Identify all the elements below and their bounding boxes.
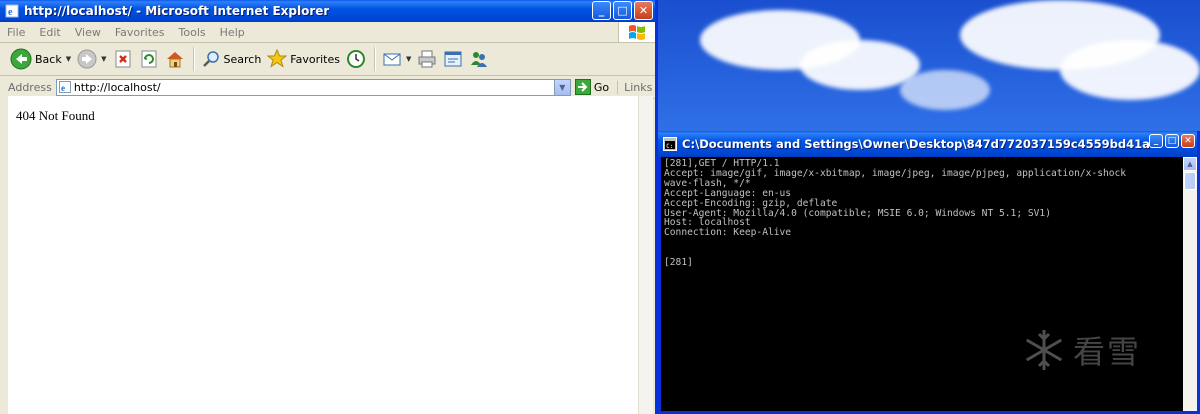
snowflake-icon [1025, 330, 1063, 370]
address-input[interactable]: e http://localhost/ ▼ [55, 78, 571, 96]
go-label: Go [593, 80, 610, 94]
address-label: Address [8, 80, 52, 94]
windows-logo-icon [618, 22, 655, 42]
console-line: [281] [664, 257, 693, 269]
watermark-text: 看雪 [1073, 333, 1142, 371]
favorites-star-icon [267, 49, 288, 68]
console-minimize-button[interactable]: _ [1149, 134, 1163, 148]
history-icon [347, 50, 365, 68]
watermark: 看雪 [1021, 327, 1141, 373]
ie-title-bar[interactable]: e http://localhost/ - Microsoft Internet… [0, 0, 655, 22]
console-window-title: C:\Documents and Settings\Owner\Desktop\… [682, 137, 1152, 151]
mail-icon [383, 53, 401, 66]
links-button[interactable]: Links [617, 80, 652, 94]
go-button[interactable]: Go [574, 79, 610, 95]
home-icon [166, 52, 183, 68]
scroll-thumb[interactable] [1184, 172, 1196, 190]
page-message: 404 Not Found [16, 108, 95, 123]
ie-window-title: http://localhost/ - Microsoft Internet E… [24, 4, 330, 18]
scroll-up-icon[interactable]: ▲ [1183, 157, 1197, 171]
back-dropdown-icon[interactable]: ▼ [66, 55, 71, 63]
stop-icon [115, 50, 130, 68]
search-button[interactable]: Search [201, 49, 262, 69]
history-button[interactable] [346, 49, 366, 69]
console-output: [281],GET / HTTP/1.1 Accept: image/gif, … [661, 157, 1185, 411]
messenger-icon [471, 52, 488, 67]
favorites-button[interactable]: Favorites [267, 49, 340, 69]
search-label: Search [223, 52, 262, 66]
console-maximize-button[interactable]: □ [1165, 134, 1179, 148]
home-button[interactable] [165, 49, 185, 69]
ie-window: e http://localhost/ - Microsoft Internet… [0, 0, 658, 414]
back-button[interactable]: Back ▼ [10, 48, 71, 70]
menu-bar: File Edit View Favorites Tools Help [0, 22, 655, 43]
print-button[interactable] [417, 49, 437, 69]
refresh-icon [141, 50, 156, 68]
menu-tools[interactable]: Tools [179, 26, 206, 39]
edit-button[interactable] [443, 49, 463, 69]
ie-page-icon: e [5, 4, 19, 18]
standard-toolbar: Back ▼ ▼ Search Favorites ▼ [0, 43, 655, 76]
menu-edit[interactable]: Edit [39, 26, 60, 39]
messenger-button[interactable] [469, 49, 489, 69]
menu-file[interactable]: File [7, 26, 25, 39]
menu-view[interactable]: View [75, 26, 101, 39]
menu-favorites[interactable]: Favorites [115, 26, 165, 39]
go-arrow-icon [574, 79, 591, 95]
back-arrow-icon [10, 48, 32, 70]
console-line: Connection: Keep-Alive [664, 227, 792, 239]
page-scrollbar[interactable] [638, 96, 653, 414]
mail-button[interactable]: ▼ [382, 49, 411, 69]
svg-text:e: e [61, 83, 65, 93]
stop-button[interactable] [113, 49, 133, 69]
console-window: C: C:\Documents and Settings\Owner\Deskt… [655, 131, 1200, 414]
console-icon: C: [663, 137, 677, 151]
svg-text:e: e [8, 7, 13, 18]
forward-button[interactable]: ▼ [77, 49, 107, 69]
console-scrollbar[interactable]: ▲ [1183, 157, 1197, 411]
minimize-button[interactable]: _ [592, 1, 611, 20]
edit-page-icon [444, 51, 462, 67]
address-url: http://localhost/ [73, 80, 161, 94]
page-icon: e [58, 81, 71, 93]
favorites-label: Favorites [290, 52, 340, 66]
page-content: 404 Not Found [8, 96, 638, 414]
maximize-button[interactable]: □ [613, 1, 632, 20]
console-close-button[interactable]: ✕ [1181, 134, 1195, 148]
forward-dropdown-icon[interactable]: ▼ [101, 55, 106, 63]
close-button[interactable]: ✕ [634, 1, 653, 20]
forward-arrow-icon [77, 49, 97, 69]
search-icon [202, 51, 219, 67]
refresh-button[interactable] [139, 49, 159, 69]
address-dropdown-icon[interactable]: ▼ [553, 79, 570, 95]
svg-text:C:: C: [666, 143, 673, 150]
printer-icon [418, 50, 436, 68]
back-label: Back [35, 52, 62, 66]
console-title-bar[interactable]: C: C:\Documents and Settings\Owner\Deskt… [658, 131, 1197, 157]
menu-help[interactable]: Help [220, 26, 245, 39]
mail-dropdown-icon[interactable]: ▼ [406, 55, 411, 63]
